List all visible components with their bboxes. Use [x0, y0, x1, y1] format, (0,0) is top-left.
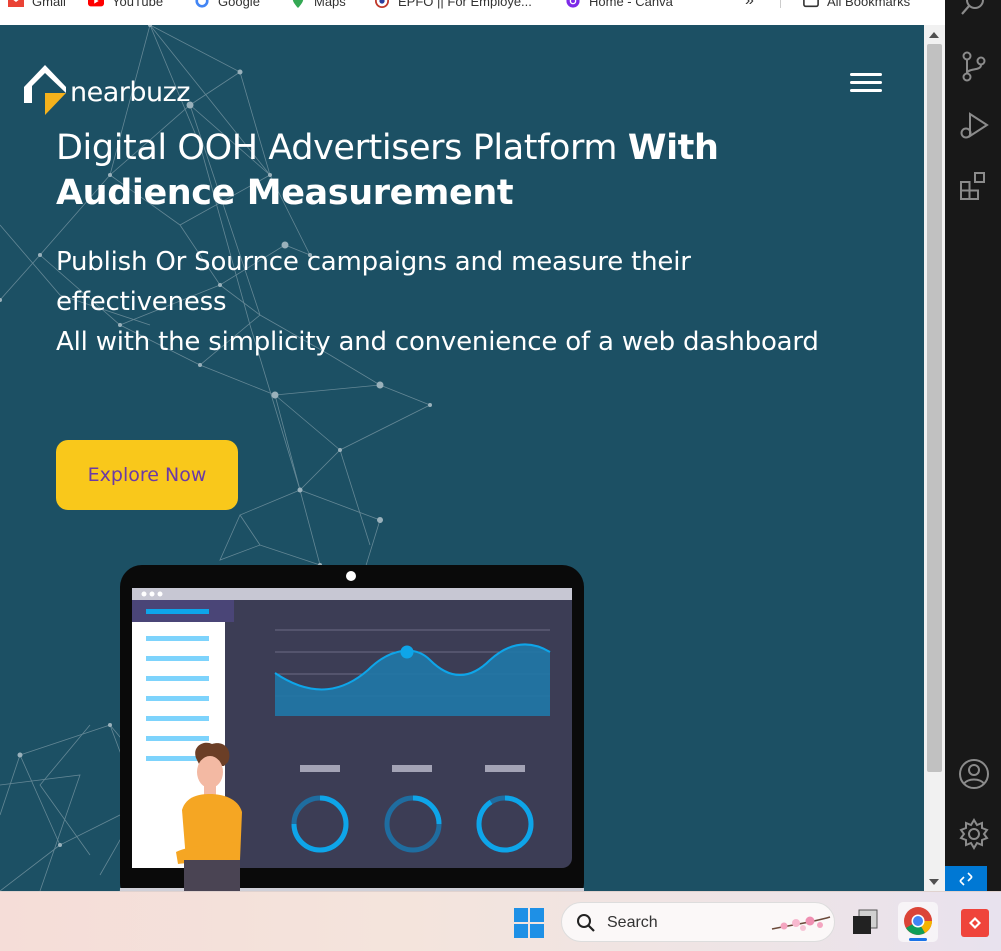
remote-indicator-icon[interactable]: [945, 866, 987, 891]
headline-bold-2: Audience Measurement: [56, 173, 514, 213]
task-view-icon[interactable]: [845, 902, 885, 942]
account-icon[interactable]: [958, 758, 990, 790]
page-scrollbar[interactable]: [924, 25, 945, 891]
start-tile: [514, 924, 528, 938]
anydesk-icon[interactable]: [955, 902, 995, 942]
folder-icon: [803, 0, 819, 8]
start-tile: [530, 908, 544, 922]
scroll-down-arrow-icon[interactable]: [929, 879, 939, 885]
separator: [780, 0, 781, 10]
start-tile: [530, 924, 544, 938]
scroll-up-arrow-icon[interactable]: [929, 32, 939, 38]
chrome-taskbar-button[interactable]: [898, 902, 938, 942]
search-icon[interactable]: [958, 0, 990, 20]
epfo-icon: [375, 0, 389, 8]
hero-subtitle: Publish Or Sournce campaigns and measure…: [56, 242, 876, 362]
explore-now-button[interactable]: Explore Now: [56, 440, 238, 510]
youtube-icon: [88, 0, 104, 7]
remote-connection-icon: [959, 871, 973, 886]
nearbuzz-logo[interactable]: nearbuzz: [22, 63, 190, 115]
source-control-icon[interactable]: [958, 50, 990, 82]
google-icon: [195, 0, 209, 8]
bookmark-google[interactable]: Google: [194, 0, 260, 11]
gmail-icon: [8, 0, 24, 7]
search-placeholder: Search: [607, 914, 658, 931]
run-debug-icon[interactable]: [958, 110, 990, 142]
chrome-icon: [904, 907, 932, 941]
page-headline: Digital OOH Advertisers Platform With Aud…: [56, 126, 816, 216]
logo-text: nearbuzz: [70, 76, 190, 108]
editor-activity-bar: [945, 0, 1001, 891]
bookmark-gmail[interactable]: Gmail: [8, 0, 66, 11]
headline-bold-1: With: [627, 128, 719, 168]
canva-icon: [566, 0, 580, 8]
nearbuzz-logo-mark-icon: [24, 65, 66, 115]
bookmark-epfo[interactable]: EPFO || For Employe...: [374, 0, 532, 11]
search-icon: [577, 914, 595, 932]
dashboard-laptop-illustration: [120, 565, 584, 891]
all-bookmarks-button[interactable]: All Bookmarks: [803, 0, 910, 11]
status-bar-edge: [987, 866, 1001, 891]
menu-bar: [850, 73, 882, 76]
bookmarks-bar: Gmail YouTube Google Maps EPFO || For Em…: [0, 0, 946, 25]
bookmark-youtube[interactable]: YouTube: [88, 0, 163, 11]
menu-bar: [850, 81, 882, 84]
scrollbar-thumb[interactable]: [927, 44, 942, 772]
menu-bar: [850, 89, 882, 92]
subtitle-line-2: effectiveness: [56, 287, 227, 317]
bookmark-maps[interactable]: Maps: [290, 0, 346, 11]
more-bookmarks-button[interactable]: »: [745, 0, 754, 11]
subtitle-line-1: Publish Or Sournce campaigns and measure…: [56, 247, 691, 277]
windows-start-icon[interactable]: [514, 908, 544, 938]
start-tile: [514, 908, 528, 922]
hamburger-menu-icon[interactable]: [850, 73, 882, 97]
headline-regular: Digital OOH Advertisers Platform: [56, 128, 628, 168]
cherry-blossom-highlight-icon: [771, 916, 831, 931]
maps-icon: [292, 0, 304, 8]
bookmark-canva[interactable]: Home - Canva: [565, 0, 673, 11]
settings-gear-icon[interactable]: [958, 818, 990, 850]
extensions-icon[interactable]: [958, 170, 990, 202]
taskbar-search-box[interactable]: Search: [561, 902, 835, 942]
subtitle-line-3: All with the simplicity and convenience …: [56, 327, 819, 357]
hero-section: nearbuzz Digital OOH Advertisers Platfor…: [0, 25, 924, 891]
windows-taskbar: Search: [0, 891, 1001, 951]
